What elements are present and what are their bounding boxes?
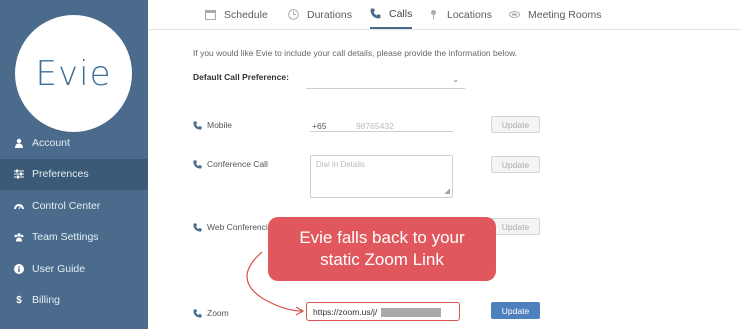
tab-label: Locations	[447, 8, 492, 21]
sidebar-item-label: Control Center	[32, 199, 101, 212]
phone-icon	[193, 308, 202, 318]
tab-label: Durations	[307, 8, 352, 21]
sidebar-nav: Account Preferences Control Center Team …	[0, 127, 148, 316]
tab-locations[interactable]: Locations	[428, 0, 492, 29]
calendar-icon	[205, 9, 216, 20]
sidebar: Evie Account Preferences Control Center …	[0, 0, 148, 329]
web-conferencing-update-button[interactable]: Update	[491, 218, 540, 235]
sidebar-item-account[interactable]: Account	[0, 127, 148, 159]
conference-label: Conference Call	[207, 159, 268, 169]
conference-placeholder: Dial in Details	[316, 160, 365, 169]
sidebar-item-team-settings[interactable]: Team Settings	[0, 222, 148, 254]
logo-text: Evie	[35, 53, 112, 94]
tab-durations[interactable]: Durations	[288, 0, 352, 29]
meeting-room-icon	[509, 9, 520, 20]
sidebar-item-preferences[interactable]: Preferences	[0, 158, 148, 190]
sidebar-item-label: Billing	[32, 294, 61, 307]
mobile-input[interactable]: +65 98765432	[310, 116, 453, 132]
default-call-preference-label: Default Call Preference:	[193, 72, 289, 82]
callout-line-1: Evie falls back to your	[299, 228, 465, 247]
tab-calls[interactable]: Calls	[370, 0, 413, 29]
phone-icon	[193, 159, 202, 169]
info-icon	[14, 263, 24, 274]
zoom-row-label: Zoom	[193, 308, 229, 318]
sidebar-item-label: User Guide	[32, 262, 86, 275]
phone-icon	[370, 8, 381, 19]
phone-icon	[193, 120, 202, 130]
preference-tabs: Schedule Durations Calls Locations Meeti…	[148, 0, 741, 30]
zoom-label: Zoom	[207, 308, 229, 318]
dollar-icon: $	[16, 294, 22, 306]
chevron-down-icon: ⌄	[452, 75, 459, 84]
conference-row-label: Conference Call	[193, 159, 268, 169]
team-icon	[14, 232, 24, 242]
user-icon	[14, 138, 24, 148]
sidebar-item-control-center[interactable]: Control Center	[0, 190, 148, 222]
map-pin-icon	[428, 9, 439, 20]
phone-icon	[193, 222, 202, 232]
tab-label: Meeting Rooms	[528, 8, 602, 21]
gauge-icon	[14, 201, 24, 211]
sliders-icon	[14, 169, 24, 179]
zoom-update-button[interactable]: Update	[491, 302, 540, 319]
resize-handle-icon[interactable]: ◢	[445, 187, 450, 195]
sidebar-item-billing[interactable]: $ Billing	[0, 285, 148, 317]
mobile-update-button[interactable]: Update	[491, 116, 540, 133]
mobile-placeholder: 98765432	[356, 121, 394, 131]
sidebar-item-user-guide[interactable]: User Guide	[0, 253, 148, 285]
conference-update-button[interactable]: Update	[491, 156, 540, 173]
tab-meeting-rooms[interactable]: Meeting Rooms	[509, 0, 602, 29]
sidebar-item-label: Account	[32, 136, 70, 149]
tab-label: Schedule	[224, 8, 268, 21]
conference-details-textarea[interactable]: Dial in Details ◢	[310, 155, 453, 198]
sidebar-item-label: Team Settings	[32, 231, 99, 244]
web-conferencing-label: Web Conferencing	[207, 222, 278, 232]
tab-label: Calls	[389, 7, 413, 20]
country-code[interactable]: +65	[312, 121, 326, 131]
intro-text: If you would like Evie to include your c…	[193, 48, 518, 58]
web-conferencing-row-label: Web Conferencing	[193, 222, 277, 232]
callout-line-2: static Zoom Link	[320, 250, 444, 269]
logo[interactable]: Evie	[15, 15, 132, 132]
default-call-preference-select[interactable]: ⌄	[306, 72, 465, 89]
clock-icon	[288, 9, 299, 20]
mobile-row-label: Mobile	[193, 120, 232, 130]
mobile-label: Mobile	[207, 120, 233, 130]
sidebar-item-label: Preferences	[32, 168, 89, 181]
tab-schedule[interactable]: Schedule	[205, 0, 268, 29]
callout-bubble: Evie falls back to your static Zoom Link	[268, 217, 496, 281]
zoom-highlight-outline	[306, 302, 460, 321]
